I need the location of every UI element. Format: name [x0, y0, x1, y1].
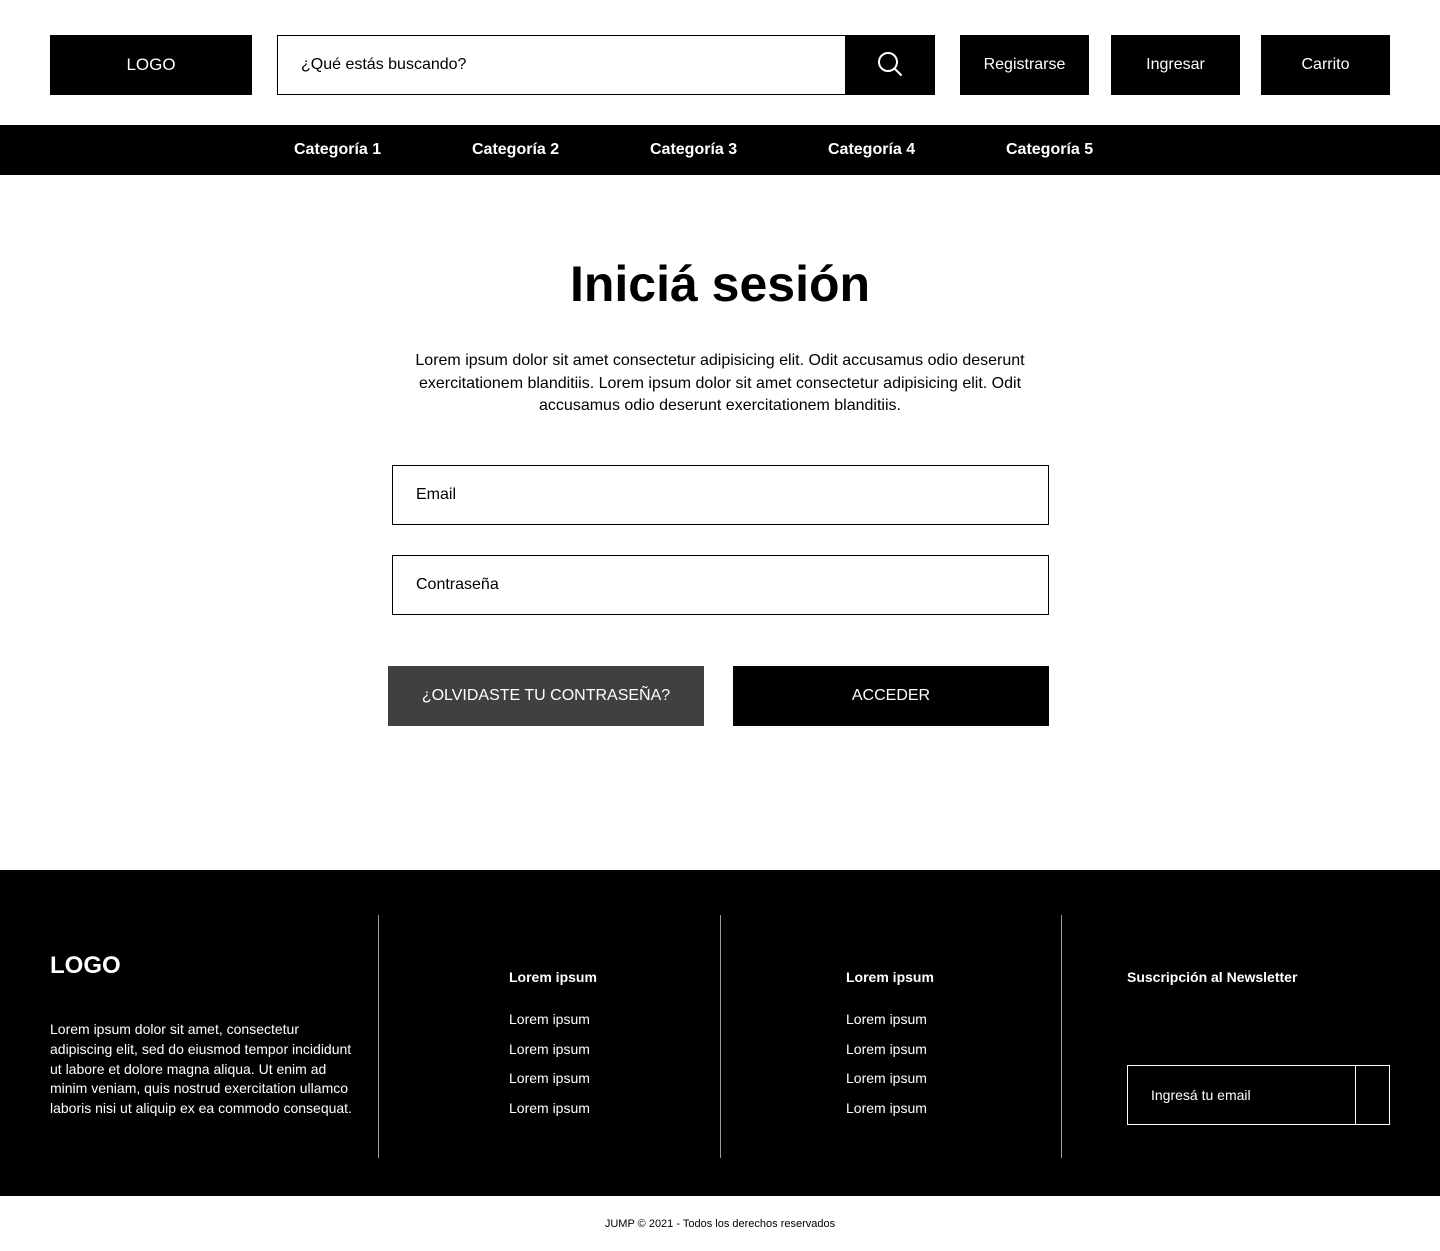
intro-text: Lorem ipsum dolor sit amet consectetur a…	[415, 352, 1025, 414]
nav-category-4[interactable]: Categoría 4	[828, 125, 915, 175]
footer-link[interactable]: Lorem ipsum	[846, 1100, 934, 1116]
footer-logo: LOGO	[50, 952, 121, 979]
footer-link[interactable]: Lorem ipsum	[509, 1100, 597, 1116]
site-header: LOGO Registrarse Ingresar Carrito	[0, 0, 1440, 125]
site-footer: LOGO Lorem ipsum dolor sit amet, consect…	[0, 870, 1440, 1196]
footer-link[interactable]: Lorem ipsum	[509, 1070, 597, 1086]
cart-button[interactable]: Carrito	[1261, 35, 1390, 95]
footer-column-2: Lorem ipsum Lorem ipsum Lorem ipsum Lore…	[846, 969, 934, 1130]
category-nav: Categoría 1 Categoría 2 Categoría 3 Cate…	[0, 125, 1440, 175]
footer-divider	[378, 915, 379, 1158]
access-button[interactable]: ACCEDER	[733, 666, 1049, 726]
footer-link[interactable]: Lorem ipsum	[509, 1011, 597, 1027]
footer-link[interactable]: Lorem ipsum	[846, 1011, 934, 1027]
search-button[interactable]	[845, 36, 934, 94]
copyright-text: JUMP © 2021 - Todos los derechos reserva…	[604, 1217, 836, 1230]
footer-link[interactable]: Lorem ipsum	[846, 1070, 934, 1086]
newsletter-title: Suscripción al Newsletter	[1127, 969, 1298, 985]
search-icon	[877, 51, 903, 80]
forgot-password-button[interactable]: ¿OLVIDASTE TU CONTRASEÑA?	[388, 666, 704, 726]
footer-description: Lorem ipsum dolor sit amet, consectetur …	[50, 1021, 352, 1117]
email-field[interactable]	[392, 465, 1049, 525]
newsletter-submit-button[interactable]	[1355, 1066, 1389, 1124]
footer-link[interactable]: Lorem ipsum	[846, 1041, 934, 1057]
footer-column-title: Lorem ipsum	[846, 969, 934, 985]
search-input[interactable]	[278, 36, 845, 94]
newsletter-email-input[interactable]	[1128, 1066, 1355, 1124]
footer-link[interactable]: Lorem ipsum	[509, 1041, 597, 1057]
footer-column-title: Lorem ipsum	[509, 969, 597, 985]
nav-category-2[interactable]: Categoría 2	[472, 125, 559, 175]
nav-category-5[interactable]: Categoría 5	[1006, 125, 1093, 175]
nav-category-1[interactable]: Categoría 1	[294, 125, 381, 175]
newsletter-form	[1127, 1065, 1390, 1125]
nav-category-3[interactable]: Categoría 3	[650, 125, 737, 175]
login-button[interactable]: Ingresar	[1111, 35, 1240, 95]
search-bar	[277, 35, 935, 95]
footer-divider	[720, 915, 721, 1158]
header-logo[interactable]: LOGO	[50, 35, 252, 95]
page-title: Iniciá sesión	[569, 256, 871, 312]
footer-column-1: Lorem ipsum Lorem ipsum Lorem ipsum Lore…	[509, 969, 597, 1130]
footer-divider	[1061, 915, 1062, 1158]
register-button[interactable]: Registrarse	[960, 35, 1089, 95]
password-field[interactable]	[392, 555, 1049, 615]
